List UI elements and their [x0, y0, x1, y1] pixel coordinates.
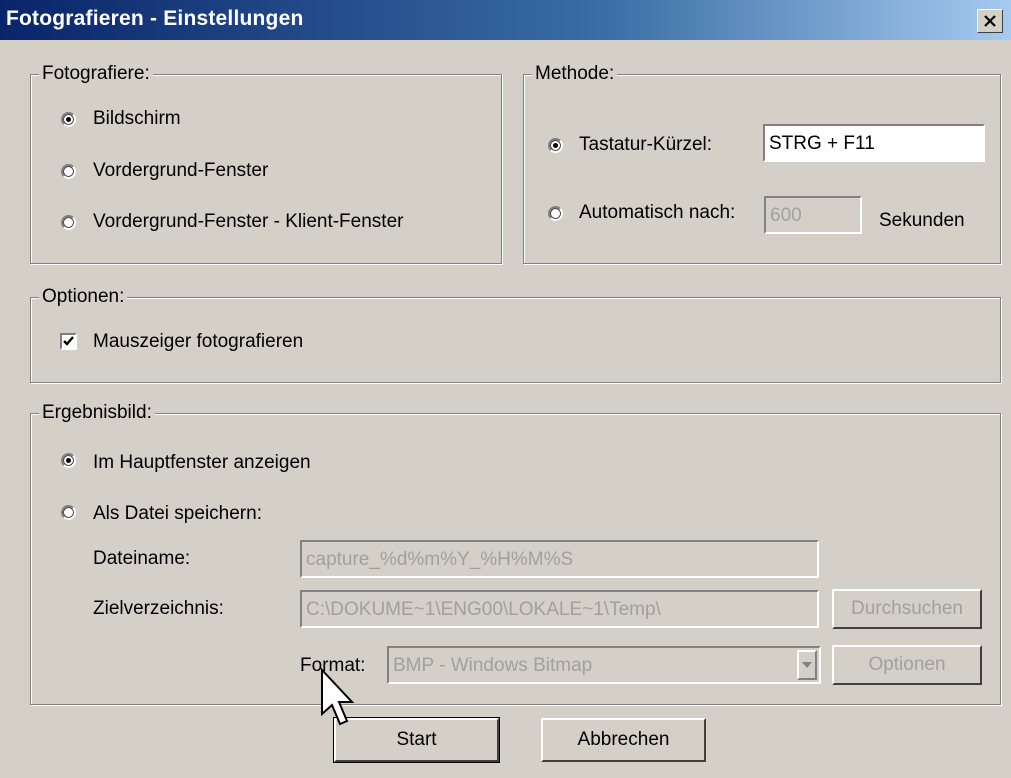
methode-group: Methode:: [523, 63, 1001, 264]
radio-bildschirm[interactable]: [61, 112, 76, 127]
auto-seconds-input[interactable]: 600: [764, 196, 862, 234]
directory-label: Zielverzeichnis:: [93, 598, 224, 619]
directory-input[interactable]: C:\DOKUME~1\ENG00\LOKALE~1\Temp\: [300, 590, 819, 628]
format-dropdown-button[interactable]: [797, 650, 817, 680]
optionen-group-label: Optionen:: [39, 286, 128, 308]
cancel-button[interactable]: Abbrechen: [541, 718, 706, 762]
format-select[interactable]: BMP - Windows Bitmap: [387, 646, 821, 684]
ergebnisbild-group-label: Ergebnisbild:: [39, 402, 155, 424]
methode-group-label: Methode:: [532, 63, 618, 85]
radio-vordergrund-fenster-label[interactable]: Vordergrund-Fenster: [93, 160, 268, 182]
radio-selected-dot: [66, 458, 71, 463]
hotkey-input[interactable]: STRG + F11: [763, 124, 985, 162]
radio-automatisch-label[interactable]: Automatisch nach:: [579, 202, 735, 224]
radio-klient-fenster[interactable]: [61, 215, 76, 230]
format-selected-value: BMP - Windows Bitmap: [393, 655, 593, 676]
radio-bildschirm-label[interactable]: Bildschirm: [93, 108, 181, 130]
title-bar: Fotografieren - Einstellungen: [0, 0, 1011, 40]
seconds-unit-label: Sekunden: [879, 210, 965, 231]
browse-button[interactable]: Durchsuchen: [832, 589, 982, 629]
close-icon: [984, 15, 996, 27]
radio-als-datei-label[interactable]: Als Datei speichern:: [93, 503, 262, 525]
filename-input[interactable]: capture_%d%m%Y_%H%M%S: [300, 540, 819, 578]
radio-selected-dot: [66, 117, 71, 122]
radio-tastatur-kuerzel-label[interactable]: Tastatur-Kürzel:: [579, 134, 712, 156]
window-title: Fotografieren - Einstellungen: [6, 7, 304, 30]
radio-als-datei[interactable]: [61, 505, 76, 520]
filename-label: Dateiname:: [93, 548, 191, 569]
radio-vordergrund-fenster[interactable]: [61, 164, 76, 179]
radio-hauptfenster[interactable]: [61, 453, 76, 468]
mouse-cursor-icon: [321, 668, 355, 726]
radio-klient-fenster-label[interactable]: Vordergrund-Fenster - Klient-Fenster: [93, 211, 403, 233]
chevron-down-icon: [802, 662, 812, 668]
mouse-pointer-label[interactable]: Mauszeiger fotografieren: [93, 331, 303, 353]
radio-tastatur-kuerzel[interactable]: [548, 138, 563, 153]
radio-selected-dot: [553, 143, 558, 148]
format-options-button[interactable]: Optionen: [832, 645, 982, 685]
fotografiere-group-label: Fotografiere:: [39, 63, 153, 85]
close-button[interactable]: [977, 9, 1003, 33]
radio-hauptfenster-label[interactable]: Im Hauptfenster anzeigen: [93, 452, 311, 474]
checkmark-icon: [63, 336, 74, 346]
mouse-pointer-checkbox[interactable]: [60, 333, 77, 350]
radio-automatisch[interactable]: [548, 206, 563, 221]
